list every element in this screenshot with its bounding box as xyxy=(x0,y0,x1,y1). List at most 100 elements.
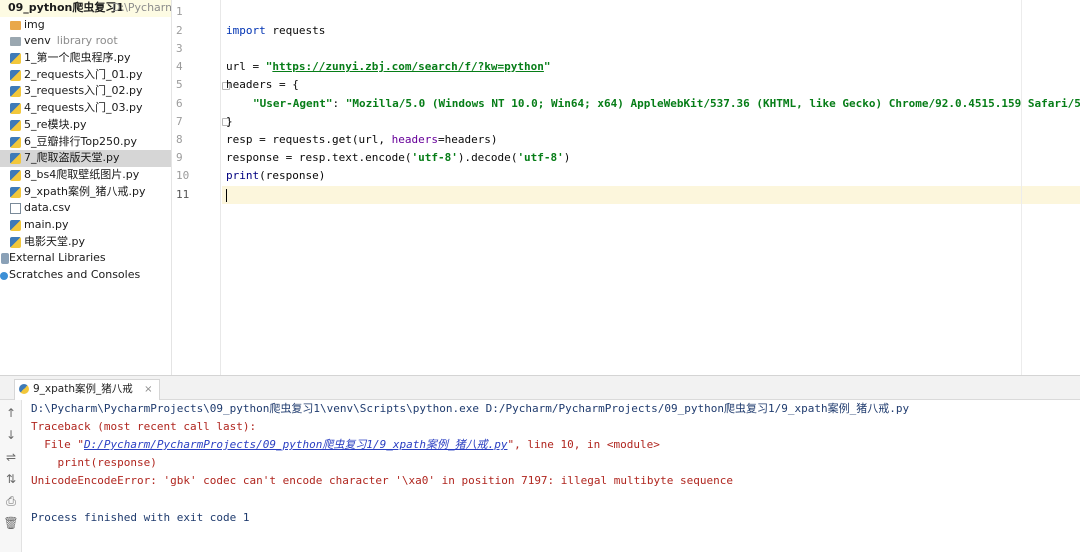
python-file-icon xyxy=(10,103,21,115)
project-root-name: 09_python爬虫复习1 xyxy=(8,1,124,14)
tree-item-label: 3_requests入门_02.py xyxy=(24,84,143,98)
console-command-line: D:\Pycharm\PycharmProjects\09_python爬虫复习… xyxy=(31,402,910,415)
python-file-icon xyxy=(10,136,21,148)
folder-icon xyxy=(10,20,21,30)
code-line-8[interactable]: resp = requests.get(url, headers=headers… xyxy=(226,131,1080,149)
console-output[interactable]: D:\Pycharm\PycharmProjects\09_python爬虫复习… xyxy=(22,400,1080,552)
tree-item-label: 8_bs4爬取壁纸图片.py xyxy=(24,167,140,181)
project-tree: 09_python爬虫复习1 D:\Pycharm\ img venv libra… xyxy=(0,0,172,375)
tree-item-file[interactable]: 4_requests入门_03.py xyxy=(0,100,171,117)
line-number: 2 xyxy=(176,24,183,37)
tree-item-scratches[interactable]: Scratches and Consoles xyxy=(0,267,171,284)
tree-item-label: venv xyxy=(24,34,51,48)
tree-item-external-libraries[interactable]: External Libraries xyxy=(0,250,171,267)
project-root-path: D:\Pycharm\ xyxy=(112,1,171,14)
tree-item-label: 5_re模块.py xyxy=(24,117,87,131)
line-number: 10 xyxy=(176,169,190,182)
project-root[interactable]: 09_python爬虫复习1 D:\Pycharm\ xyxy=(0,0,171,17)
line-number-gutter: 1 2 3 4 5 6 7 8 9 10 11 xyxy=(172,0,222,375)
tree-item-file[interactable]: 3_requests入门_02.py xyxy=(0,83,171,100)
code-line-4[interactable]: url = "https://zunyi.zbj.com/search/f/?k… xyxy=(226,58,1080,76)
python-file-icon xyxy=(10,219,21,231)
tree-item-label: main.py xyxy=(24,217,69,231)
run-toolbar: ↑ ↓ ⇌ ⇅ ⎙ 🗑 xyxy=(0,400,22,552)
traceback-file-link[interactable]: D:/Pycharm/PycharmProjects/09_python爬虫复习… xyxy=(84,438,508,451)
tree-item-file[interactable]: 电影天堂.py xyxy=(0,234,171,251)
run-tab[interactable]: 9_xpath案例_猪八戒 × xyxy=(14,379,160,400)
python-file-icon xyxy=(10,236,21,248)
soft-wrap-icon[interactable]: ⇌ xyxy=(3,449,19,465)
close-icon[interactable]: × xyxy=(144,384,152,395)
line-number: 6 xyxy=(176,97,183,110)
console-traceback-file: File "D:/Pycharm/PycharmProjects/09_pyth… xyxy=(31,438,660,451)
line-number-current: 11 xyxy=(176,188,190,201)
tree-item-file[interactable]: 2_requests入门_01.py xyxy=(0,67,171,84)
code-line-2[interactable]: import requests xyxy=(226,22,1080,40)
line-number: 3 xyxy=(176,42,183,55)
console-error-message: UnicodeEncodeError: 'gbk' codec can't en… xyxy=(31,474,733,487)
code-line-10[interactable]: print(response) xyxy=(226,167,1080,185)
console-traceback-header: Traceback (most recent call last): xyxy=(31,420,257,433)
python-file-icon xyxy=(10,69,21,81)
code-editor[interactable]: 1 2 3 4 5 6 7 8 9 10 11 import requests … xyxy=(172,0,1080,375)
folder-icon xyxy=(10,37,21,47)
python-file-icon xyxy=(10,186,21,198)
tree-item-file[interactable]: 5_re模块.py xyxy=(0,117,171,134)
tree-item-file[interactable]: data.csv xyxy=(0,200,171,217)
console-exit-message: Process finished with exit code 1 xyxy=(31,511,250,524)
code-line-7[interactable]: } xyxy=(226,113,1080,131)
csv-file-icon xyxy=(10,203,21,215)
tree-item-venv[interactable]: venv library root xyxy=(0,33,171,50)
python-file-icon xyxy=(10,169,21,181)
line-number: 9 xyxy=(176,151,183,164)
python-file-icon xyxy=(10,53,21,65)
tree-item-label: External Libraries xyxy=(9,251,106,265)
line-number: 1 xyxy=(176,5,183,18)
trash-icon[interactable]: 🗑 xyxy=(3,515,19,531)
tree-item-img[interactable]: img xyxy=(0,17,171,34)
line-number: 8 xyxy=(176,133,183,146)
tree-item-label: data.csv xyxy=(24,201,71,215)
run-tool-window: 9_xpath案例_猪八戒 × ↑ ↓ ⇌ ⇅ ⎙ 🗑 D:\Pycharm\P… xyxy=(0,375,1080,552)
tree-item-file[interactable]: 9_xpath案例_猪八戒.py xyxy=(0,184,171,201)
url-link[interactable]: https://zunyi.zbj.com/search/f/?kw=pytho… xyxy=(272,60,544,73)
line-number: 5 xyxy=(176,78,183,91)
python-icon xyxy=(19,384,29,394)
code-line-6[interactable]: "User-Agent": "Mozilla/5.0 (Windows NT 1… xyxy=(226,95,1080,113)
tree-item-label: 1_第一个爬虫程序.py xyxy=(24,51,131,65)
tree-item-file[interactable]: main.py xyxy=(0,217,171,234)
tree-item-label: Scratches and Consoles xyxy=(9,268,141,281)
run-tab-label: 9_xpath案例_猪八戒 xyxy=(33,383,133,395)
tree-item-file[interactable]: 1_第一个爬虫程序.py xyxy=(0,50,171,67)
tree-item-label: 7_爬取盗版天堂.py xyxy=(24,151,120,165)
python-file-icon xyxy=(10,119,21,131)
library-icon xyxy=(1,253,9,265)
tree-item-label: 6_豆瓣排行Top250.py xyxy=(24,134,138,148)
code-line-5[interactable]: headers = { xyxy=(226,76,1080,94)
tree-item-label: img xyxy=(24,17,45,31)
scroll-down-icon[interactable]: ↓ xyxy=(3,427,19,443)
gutter-divider xyxy=(220,0,221,375)
code-line-current[interactable] xyxy=(222,186,1080,205)
tree-item-file[interactable]: 6_豆瓣排行Top250.py xyxy=(0,134,171,151)
library-root-hint: library root xyxy=(56,34,118,48)
scroll-to-end-icon[interactable]: ⇅ xyxy=(3,471,19,487)
tree-item-label: 2_requests入门_01.py xyxy=(24,67,143,81)
scroll-up-icon[interactable]: ↑ xyxy=(3,405,19,421)
tree-item-label: 9_xpath案例_猪八戒.py xyxy=(24,184,146,198)
python-file-icon xyxy=(10,153,21,165)
python-file-icon xyxy=(10,86,21,98)
text-caret xyxy=(226,188,227,202)
console-traceback-code: print(response) xyxy=(31,456,157,469)
code-line-9[interactable]: response = resp.text.encode('utf-8').dec… xyxy=(226,149,1080,167)
tree-item-file[interactable]: 8_bs4爬取壁纸图片.py xyxy=(0,167,171,184)
scratches-icon xyxy=(0,272,8,280)
tree-item-label: 电影天堂.py xyxy=(24,234,85,248)
print-icon[interactable]: ⎙ xyxy=(3,493,19,509)
line-number: 4 xyxy=(176,60,183,73)
run-tab-bar: 9_xpath案例_猪八戒 × xyxy=(0,376,1080,400)
tree-item-file-selected[interactable]: 7_爬取盗版天堂.py xyxy=(0,150,171,167)
line-number: 7 xyxy=(176,115,183,128)
right-margin-guide xyxy=(1021,0,1022,375)
tree-item-label: 4_requests入门_03.py xyxy=(24,101,143,115)
